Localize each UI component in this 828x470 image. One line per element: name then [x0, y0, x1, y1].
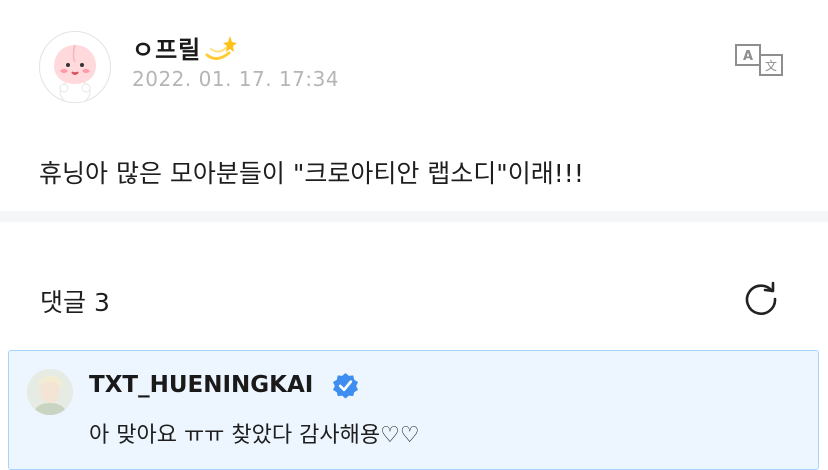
author-name[interactable]: ㅇ프릴 — [132, 30, 238, 69]
post-body-text: 휴닝아 많은 모아분들이 "크로아티안 랩소디"이래!!! — [39, 159, 584, 188]
author-avatar[interactable] — [39, 31, 111, 103]
commenter-name[interactable]: TXT_HUENINGKAI — [89, 372, 313, 398]
comment-item[interactable]: TXT_HUENINGKAI 아 맞아요 ㅠㅠ 찾았다 감사해용♡♡ — [8, 350, 819, 470]
svg-text:文: 文 — [765, 58, 777, 73]
translate-button[interactable]: A 文 — [734, 43, 786, 77]
apeach-avatar-icon — [54, 44, 96, 102]
translate-icon: A 文 — [735, 44, 783, 76]
svg-text:A: A — [743, 49, 753, 64]
section-divider — [0, 211, 828, 222]
refresh-icon — [745, 281, 777, 315]
author-name-text: ㅇ프릴 — [132, 36, 202, 64]
verified-badge-icon — [332, 372, 359, 399]
refresh-comments-button[interactable] — [741, 279, 781, 319]
post-timestamp: 2022. 01. 17. 17:34 — [132, 67, 340, 91]
commenter-avatar[interactable] — [27, 369, 73, 415]
commenter-photo-icon — [27, 369, 73, 415]
comment-text: 아 맞아요 ㅠㅠ 찾았다 감사해용♡♡ — [89, 423, 420, 448]
dizzy-star-icon — [203, 33, 238, 69]
comments-count-heading: 댓글 3 — [40, 288, 110, 317]
